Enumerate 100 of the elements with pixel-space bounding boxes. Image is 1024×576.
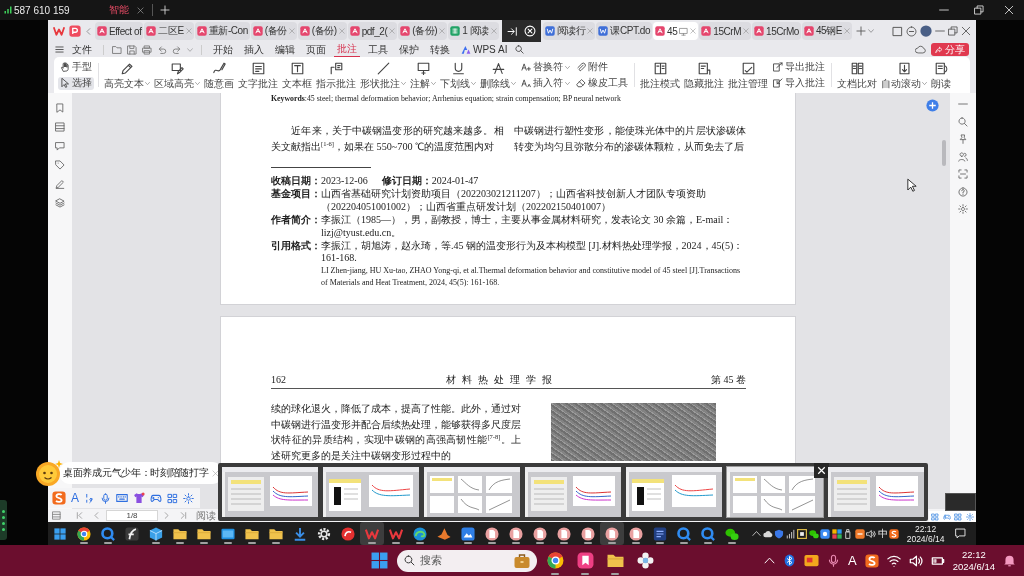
toolbar-button[interactable]: 注解: [409, 59, 437, 91]
arrow-bar-icon[interactable]: [506, 25, 518, 37]
document-tab[interactable]: pdf_2(: [347, 22, 398, 40]
input-method-logo-icon[interactable]: [889, 528, 900, 539]
document-tab[interactable]: 45钢E: [801, 22, 852, 40]
toolbar-button[interactable]: 附件: [574, 60, 630, 74]
bookmark-icon[interactable]: [55, 103, 65, 113]
toolbar-button[interactable]: 文字批注: [237, 59, 279, 91]
document-tab[interactable]: 课CPT.do: [596, 22, 653, 40]
flag-app-icon[interactable]: [804, 553, 820, 568]
menu-tab[interactable]: 编辑: [272, 42, 298, 57]
restore-icon[interactable]: [948, 26, 958, 36]
clock-date[interactable]: 2024/6/14: [952, 560, 995, 573]
app-logo-icon[interactable]: [69, 25, 81, 37]
search-icon[interactable]: [958, 116, 968, 127]
print-icon[interactable]: [142, 44, 152, 55]
keyboard-icon[interactable]: [116, 492, 128, 504]
document-tab[interactable]: (备份): [398, 22, 448, 40]
square-icon[interactable]: [892, 25, 903, 37]
toolbar-button[interactable]: 插入符: [519, 76, 572, 90]
close-icon[interactable]: [211, 469, 219, 477]
toolbar-button[interactable]: 文本框: [281, 59, 313, 91]
square-app-icon[interactable]: [854, 528, 865, 539]
document-tab[interactable]: 1 阅读: [448, 22, 499, 40]
grid-icon[interactable]: [167, 492, 178, 504]
gamepad-icon[interactable]: [150, 492, 162, 504]
menu-tab[interactable]: 工具: [365, 42, 391, 57]
scan-icon[interactable]: [958, 169, 968, 179]
sidebar-toggle-icon[interactable]: [52, 511, 61, 520]
document-tab[interactable]: 二区E: [144, 22, 194, 40]
toolbar-button[interactable]: 下划线: [439, 59, 477, 91]
view-mode-label[interactable]: 阅读: [196, 508, 216, 523]
speaker-icon[interactable]: [866, 528, 877, 539]
menu-icon[interactable]: [55, 45, 64, 54]
page-number-field[interactable]: 1/8: [106, 510, 158, 521]
toolbar-button[interactable]: 区域高亮: [153, 59, 201, 91]
ai-menu[interactable]: WPS AI: [458, 44, 511, 55]
document-tab[interactable]: (备份: [250, 22, 297, 40]
scrollbar-thumb[interactable]: [942, 140, 946, 166]
mic-icon[interactable]: [100, 492, 111, 504]
menu-tab[interactable]: 转换: [427, 42, 453, 57]
toolbar-button[interactable]: 批注模式: [639, 59, 681, 91]
users-icon[interactable]: [958, 151, 968, 162]
toolbar-button[interactable]: 指示批注: [315, 59, 357, 91]
square-app-icon[interactable]: [820, 528, 831, 539]
window-preview-drawing[interactable]: [626, 467, 722, 517]
cloud-icon[interactable]: [762, 528, 773, 539]
toolbar-button[interactable]: 隐藏批注: [683, 59, 725, 91]
toolbar-button[interactable]: 选择: [58, 76, 94, 90]
menu-tab[interactable]: 保护: [396, 42, 422, 57]
toolbar-button[interactable]: 替换符: [519, 60, 572, 74]
shirt-icon[interactable]: [133, 492, 145, 504]
screen-icon[interactable]: [679, 26, 689, 36]
assistant-icon[interactable]: [926, 99, 939, 112]
document-tab[interactable]: (备份): [297, 22, 347, 40]
grid-app-icon[interactable]: [831, 528, 842, 539]
menu-tab[interactable]: 开始: [210, 42, 236, 57]
side-handle[interactable]: [0, 500, 7, 540]
redo-icon[interactable]: [172, 44, 182, 55]
layers-icon[interactable]: [55, 198, 65, 208]
thumbnails-icon[interactable]: [55, 122, 65, 132]
tag-icon[interactable]: [55, 160, 65, 170]
document-tab[interactable]: 15CrMo: [752, 22, 801, 40]
toolbar-button[interactable]: 随意画: [203, 59, 235, 91]
toolbar-button[interactable]: 高亮文本: [103, 59, 151, 91]
input-mode-indicator[interactable]: 中: [877, 526, 888, 541]
caret-up-icon[interactable]: [764, 555, 776, 566]
clock-time[interactable]: 22:12: [914, 523, 937, 534]
file-menu[interactable]: 文件: [69, 42, 95, 57]
avatar-icon[interactable]: [920, 25, 932, 37]
shield-icon[interactable]: [774, 528, 785, 539]
speaker-icon[interactable]: [908, 553, 923, 568]
toolbar-button[interactable]: 朗读: [930, 59, 952, 91]
toolbar-button[interactable]: 导出批注: [771, 60, 827, 74]
toolbar-button[interactable]: 橡皮工具: [574, 76, 630, 90]
network-icon[interactable]: [785, 528, 796, 539]
input-method-logo-icon[interactable]: [52, 491, 66, 505]
toolbar-button[interactable]: 手型: [58, 60, 94, 74]
toolbar-button[interactable]: 批注管理: [727, 59, 769, 91]
input-mode-toggle[interactable]: A: [71, 491, 79, 505]
save-icon[interactable]: [127, 44, 137, 55]
caret-up-icon[interactable]: [752, 529, 762, 538]
share-button[interactable]: 分享: [931, 43, 969, 56]
document-tab[interactable]: 15CrM: [699, 22, 752, 40]
input-method-logo-icon[interactable]: [864, 553, 879, 568]
toolbar-button[interactable]: 文档比对: [836, 59, 878, 91]
help-icon[interactable]: [958, 186, 968, 197]
clock-time[interactable]: 22:12: [961, 548, 986, 561]
bluetooth-icon[interactable]: [783, 554, 797, 567]
menu-tab[interactable]: 页面: [303, 42, 329, 57]
punctuation-icon[interactable]: [84, 492, 95, 504]
wifi-icon[interactable]: [886, 553, 901, 568]
input-mode-indicator[interactable]: A: [848, 553, 857, 568]
toolbar-button[interactable]: 导入批注: [771, 76, 827, 90]
toolbar-button[interactable]: 形状批注: [359, 59, 407, 91]
plus-icon[interactable]: [855, 26, 866, 36]
notification-icon[interactable]: [955, 528, 966, 539]
document-tab[interactable]: 阅读行: [542, 22, 596, 40]
pin-icon[interactable]: [958, 134, 968, 144]
settings-icon[interactable]: [958, 204, 968, 214]
